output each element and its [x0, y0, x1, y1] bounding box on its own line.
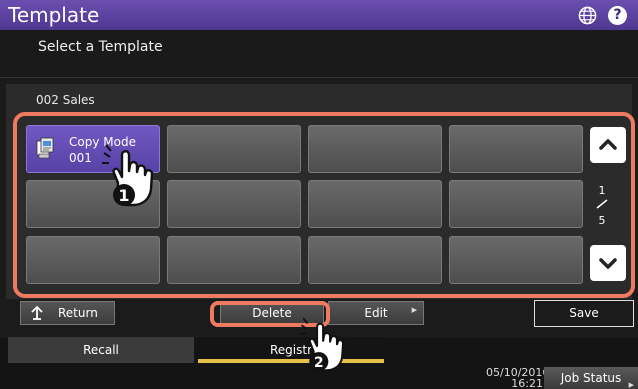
tab-recall[interactable]: Recall	[8, 337, 194, 363]
tab-registration[interactable]: Registr	[198, 337, 384, 363]
return-arrow-icon	[31, 306, 43, 320]
instruction-bar: Select a Template	[0, 30, 638, 78]
save-label: Save	[569, 306, 599, 320]
edit-label: Edit	[364, 306, 388, 320]
date-time: 05/10/2016 16:21	[486, 367, 549, 389]
callout-step-1: 1	[118, 186, 129, 205]
callout-step-2: 2	[314, 355, 324, 371]
title-bar: Template ?	[0, 0, 638, 30]
callout-hand-1: 1	[102, 144, 154, 207]
help-icon[interactable]: ?	[608, 6, 627, 25]
group-label: 002 Sales	[36, 93, 95, 107]
tab-recall-label: Recall	[83, 343, 119, 357]
job-status-label: Job Status	[560, 371, 622, 385]
return-label: Return	[58, 306, 98, 320]
instruction-text: Select a Template	[38, 39, 163, 55]
return-button[interactable]: Return	[20, 301, 115, 325]
submenu-arrow-icon: ▶	[411, 306, 417, 314]
submenu-arrow-icon: ▶	[628, 381, 634, 389]
page-title: Template	[8, 3, 100, 27]
job-status-button[interactable]: Job Status ▶	[544, 367, 638, 389]
callout-hand-2: 2	[299, 317, 345, 372]
globe-icon[interactable]	[578, 6, 597, 25]
time-text: 16:21	[511, 377, 543, 389]
save-button[interactable]: Save	[534, 300, 634, 327]
